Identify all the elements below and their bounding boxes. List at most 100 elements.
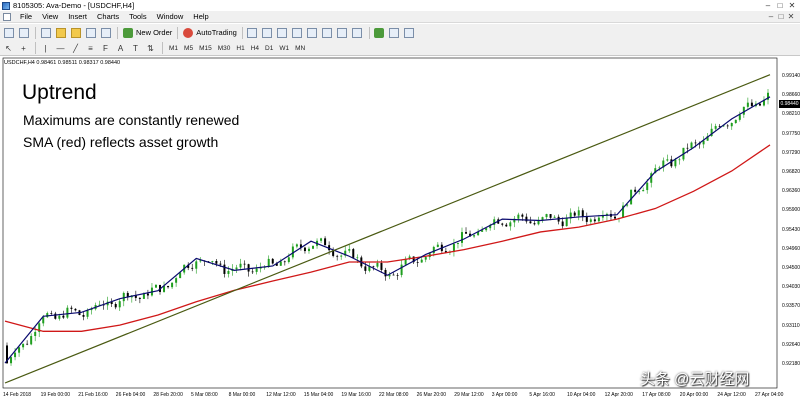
timeframe-d1[interactable]: D1 [262, 45, 276, 52]
child-window-controls: – □ ✕ [766, 11, 796, 23]
candle-body [416, 262, 419, 263]
fibonacci-button[interactable]: F [99, 42, 112, 55]
crosshair-button[interactable]: + [17, 42, 30, 55]
periods-button[interactable] [388, 26, 401, 39]
timeframe-m30[interactable]: M30 [215, 45, 234, 52]
toolbar-separator [35, 42, 36, 54]
candle-body [199, 260, 202, 262]
price-chart[interactable] [0, 57, 800, 400]
candle-body [154, 284, 157, 288]
candle-body [122, 292, 125, 302]
candle-body [62, 315, 65, 318]
tile-windows-button[interactable] [321, 26, 334, 39]
candle-body [215, 261, 218, 264]
timeframe-h4[interactable]: H4 [248, 45, 262, 52]
label-button[interactable]: T [129, 42, 142, 55]
child-minimize-icon[interactable]: – [766, 11, 776, 23]
child-close-icon[interactable]: ✕ [786, 11, 796, 23]
templates-button[interactable] [403, 26, 416, 39]
price-tick-label: 0.94030 [782, 284, 800, 291]
menu-insert[interactable]: Insert [63, 12, 92, 21]
menu-charts[interactable]: Charts [92, 12, 124, 21]
candle-body [348, 249, 351, 251]
timeframe-w1[interactable]: W1 [276, 45, 292, 52]
auto-scroll-icon [352, 27, 363, 38]
menu-help[interactable]: Help [188, 12, 213, 21]
zoom-out-button[interactable] [306, 26, 319, 39]
cursor-button[interactable]: ↖ [2, 42, 15, 55]
candle-body [666, 159, 669, 161]
candle-body [549, 214, 552, 218]
timeframe-m1[interactable]: M1 [166, 45, 181, 52]
autotrading-icon [183, 27, 194, 38]
navigator-button[interactable] [69, 26, 82, 39]
auto-scroll-button[interactable] [351, 26, 364, 39]
arrows-button[interactable]: ⇅ [144, 42, 157, 55]
time-tick-label: 20 Apr 00:00 [679, 392, 709, 398]
indicators-button[interactable] [373, 26, 386, 39]
autotrading-button[interactable]: AutoTrading [181, 27, 239, 38]
maximize-icon[interactable]: □ [774, 0, 786, 11]
candle-body [674, 159, 677, 167]
minimize-icon[interactable]: – [762, 0, 774, 11]
chart-shift-button[interactable] [336, 26, 349, 39]
new-chart-button[interactable] [2, 26, 15, 39]
candle-body [597, 217, 600, 222]
price-tick-label: 0.92640 [782, 341, 800, 348]
timeframe-m5[interactable]: M5 [181, 45, 196, 52]
candle-body [384, 269, 387, 277]
candle-body [730, 122, 733, 127]
candle-body [58, 315, 61, 319]
candlestick-button[interactable] [261, 26, 274, 39]
terminal-button[interactable] [84, 26, 97, 39]
menu-window[interactable]: Window [152, 12, 189, 21]
timeframe-m15[interactable]: M15 [196, 45, 215, 52]
profiles-button[interactable] [17, 26, 30, 39]
document-icon [3, 12, 11, 21]
candle-body [573, 212, 576, 216]
horizontal-line-button[interactable]: — [54, 42, 67, 55]
candle-body [312, 245, 315, 249]
bar-chart-button[interactable] [246, 26, 259, 39]
candle-body [392, 274, 395, 276]
strategy-tester-button[interactable] [99, 26, 112, 39]
child-restore-icon[interactable]: □ [776, 11, 786, 23]
candle-body [26, 343, 29, 345]
candle-body [432, 246, 435, 254]
new-order-label: New Order [136, 28, 173, 37]
close-icon[interactable]: ✕ [786, 0, 798, 11]
market-watch-button[interactable] [39, 26, 52, 39]
channel-button[interactable]: ≡ [84, 42, 97, 55]
price-tick-label: 0.93570 [782, 303, 800, 310]
candle-body [734, 119, 737, 123]
new-order-icon [123, 27, 133, 38]
candle-body [239, 263, 242, 268]
candle-body [271, 258, 274, 264]
time-tick-label: 29 Mar 12:00 [454, 392, 484, 398]
price-tick-label: 0.95430 [782, 226, 800, 233]
trendline-icon: ╱ [73, 43, 78, 53]
candle-body [726, 125, 729, 127]
candle-body [243, 263, 246, 265]
price-tick-label: 0.96360 [782, 188, 800, 195]
timeframe-h1[interactable]: H1 [233, 45, 247, 52]
timeframe-mn[interactable]: MN [292, 45, 308, 52]
chart-window[interactable]: USDCHF,H4 0.98461 0.98511 0.98317 0.9844… [0, 57, 800, 400]
profiles-icon [18, 27, 29, 38]
candle-body [589, 219, 592, 222]
candle-body [303, 247, 306, 252]
menu-file[interactable]: File [15, 12, 37, 21]
data-window-button[interactable] [54, 26, 67, 39]
trendline-button[interactable]: ╱ [69, 42, 82, 55]
time-tick-label: 21 Feb 16:00 [78, 392, 108, 398]
zoom-out-icon [307, 27, 318, 38]
candle-body [718, 126, 721, 127]
vertical-line-button[interactable]: | [39, 42, 52, 55]
time-tick-label: 22 Mar 08:00 [379, 392, 409, 398]
menu-tools[interactable]: Tools [124, 12, 152, 21]
menu-view[interactable]: View [37, 12, 63, 21]
text-button[interactable]: A [114, 42, 127, 55]
line-chart-button[interactable] [276, 26, 289, 39]
zoom-in-button[interactable] [291, 26, 304, 39]
new-order-button[interactable]: New Order [121, 27, 174, 38]
